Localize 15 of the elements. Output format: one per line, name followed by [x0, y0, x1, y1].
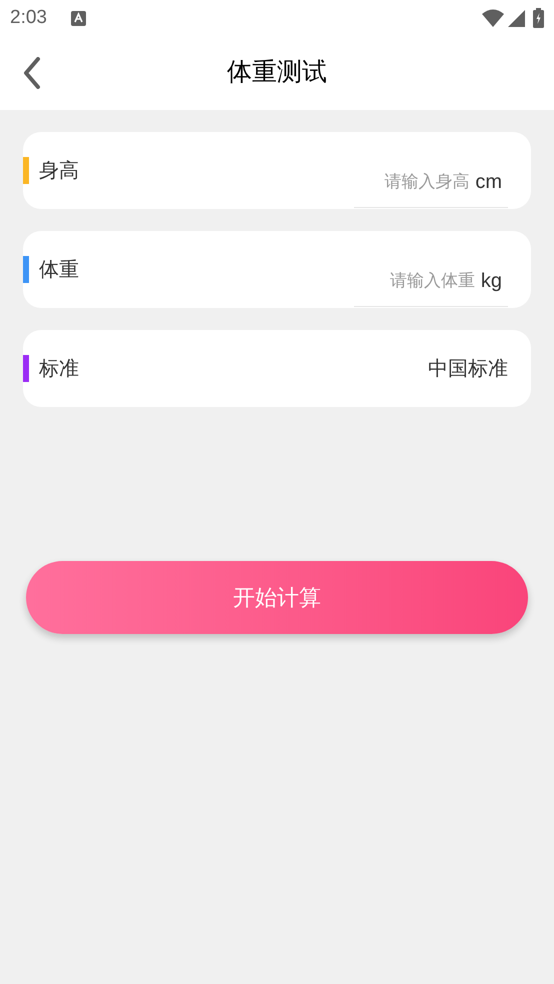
unit-label: kg [480, 268, 502, 294]
battery-icon [533, 8, 544, 28]
field-label: 标准 [39, 356, 79, 382]
field-label: 体重 [39, 258, 79, 282]
field-label: 身高 [39, 158, 79, 184]
input-field[interactable]: 请输入身高 [354, 168, 470, 194]
page-title: 体重测试 [227, 57, 327, 88]
keyboard-icon [70, 10, 86, 26]
unit-label: cm [475, 170, 502, 194]
status-time: 2:03 [10, 6, 47, 30]
wifi-icon [482, 9, 504, 27]
standard-selector[interactable]: 中国标准 [428, 354, 508, 384]
input-field[interactable]: 请输入体重 [354, 268, 475, 294]
signal-icon [508, 10, 525, 26]
back-icon [23, 57, 41, 89]
